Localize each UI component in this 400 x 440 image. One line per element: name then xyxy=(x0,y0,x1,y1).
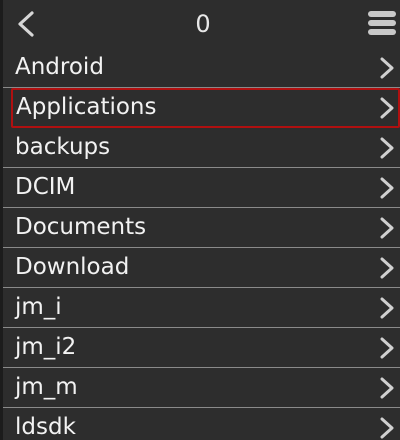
folder-name: jm_i xyxy=(15,294,62,320)
folder-name: Android xyxy=(15,54,104,80)
chevron-right-icon xyxy=(380,377,394,399)
back-button[interactable] xyxy=(11,8,41,40)
chevron-right-icon xyxy=(380,217,394,239)
hamburger-menu-icon xyxy=(368,11,396,35)
folder-name: Download xyxy=(15,254,130,280)
folder-row[interactable]: DCIM xyxy=(3,168,400,208)
page-title: 0 xyxy=(195,10,211,38)
folder-name: backups xyxy=(15,134,111,160)
chevron-right-icon xyxy=(380,337,394,359)
file-browser-screen: 0 Android Applications backups DCIM Document… xyxy=(0,0,400,440)
folder-row[interactable]: backups xyxy=(3,128,400,168)
header-bar: 0 xyxy=(3,0,400,48)
folder-name: Applications xyxy=(16,94,157,120)
folder-row[interactable]: jm_i xyxy=(3,288,400,328)
folder-name: Documents xyxy=(15,214,147,240)
chevron-right-icon xyxy=(380,177,394,199)
folder-row[interactable]: jm_i2 xyxy=(3,328,400,368)
chevron-right-icon xyxy=(380,257,394,279)
chevron-left-icon xyxy=(18,11,34,37)
folder-row[interactable]: Applications xyxy=(11,88,400,128)
menu-button[interactable] xyxy=(366,6,398,40)
chevron-right-icon xyxy=(380,417,394,439)
folder-name: jm_m xyxy=(15,374,78,400)
folder-list: Android Applications backups DCIM Documents D… xyxy=(3,48,400,440)
folder-name: DCIM xyxy=(15,174,76,200)
folder-name: jm_i2 xyxy=(15,334,77,360)
folder-row[interactable]: Download xyxy=(3,248,400,288)
chevron-right-icon xyxy=(380,137,394,159)
folder-row[interactable]: Documents xyxy=(3,208,400,248)
folder-row[interactable]: ldsdk xyxy=(3,408,400,440)
chevron-right-icon xyxy=(380,97,394,119)
chevron-right-icon xyxy=(380,57,394,79)
folder-row[interactable]: jm_m xyxy=(3,368,400,408)
folder-row[interactable]: Android xyxy=(3,48,400,88)
chevron-right-icon xyxy=(380,297,394,319)
folder-name: ldsdk xyxy=(15,414,76,440)
